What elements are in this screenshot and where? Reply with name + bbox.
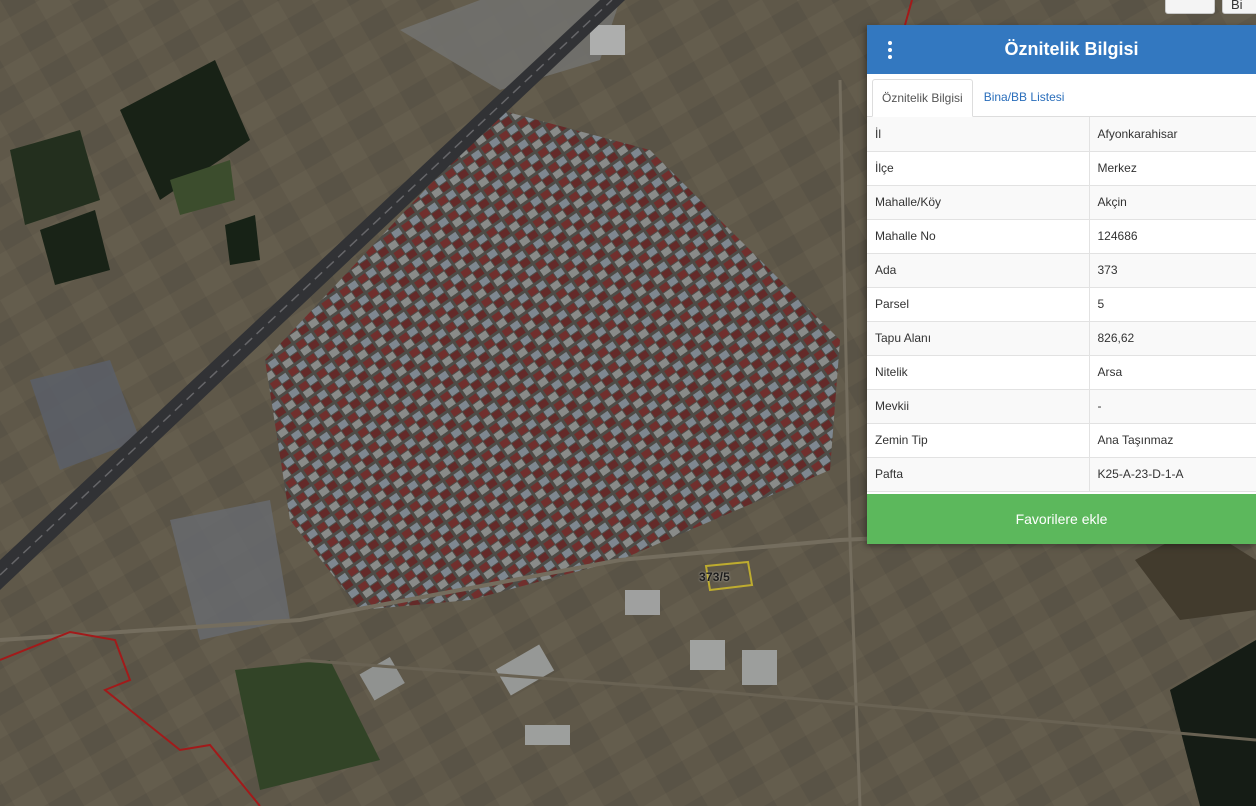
panel-tabs: Öznitelik Bilgisi Bina/BB Listesi [867, 74, 1256, 117]
attribute-value: Akçin [1089, 185, 1256, 220]
tab-attribute-info[interactable]: Öznitelik Bilgisi [872, 79, 973, 117]
table-row: Ada 373 [867, 253, 1256, 288]
attribute-key: Mahalle No [867, 219, 1090, 254]
tab-building-list[interactable]: Bina/BB Listesi [973, 78, 1074, 116]
add-to-favorites-button[interactable]: Favorilere ekle [867, 494, 1256, 544]
attribute-value: 373 [1089, 253, 1256, 288]
attribute-value: 124686 [1089, 219, 1256, 254]
attribute-value: Arsa [1089, 355, 1256, 390]
table-row: İl Afyonkarahisar [867, 117, 1256, 152]
map-tool-button-2[interactable]: Bi [1222, 0, 1256, 14]
table-row: Nitelik Arsa [867, 355, 1256, 390]
attribute-key: İlçe [867, 151, 1090, 186]
attribute-key: Mevkii [867, 389, 1090, 424]
table-row: Zemin Tip Ana Taşınmaz [867, 423, 1256, 458]
attribute-key: Nitelik [867, 355, 1090, 390]
panel-title: Öznitelik Bilgisi [1004, 39, 1139, 59]
attribute-value: K25-A-23-D-1-A [1089, 457, 1256, 492]
attribute-value: - [1089, 389, 1256, 424]
attribute-value: Afyonkarahisar [1089, 117, 1256, 152]
attribute-key: İl [867, 117, 1090, 152]
attribute-key: Zemin Tip [867, 423, 1090, 458]
table-row: Mahalle/Köy Akçin [867, 185, 1256, 220]
table-row: Tapu Alanı 826,62 [867, 321, 1256, 356]
table-row: Mevkii - [867, 389, 1256, 424]
attribute-value: Ana Taşınmaz [1089, 423, 1256, 458]
attribute-key: Tapu Alanı [867, 321, 1090, 356]
vertical-ellipsis-icon[interactable] [882, 40, 898, 60]
parcel-label[interactable]: 373/5 [699, 570, 730, 584]
attribute-table: İl Afyonkarahisar İlçe Merkez Mahalle/Köy A… [867, 117, 1256, 492]
panel-header: Öznitelik Bilgisi [867, 25, 1256, 74]
attribute-value: Merkez [1089, 151, 1256, 186]
table-row: Parsel 5 [867, 287, 1256, 322]
attribute-key: Ada [867, 253, 1090, 288]
attribute-value: 826,62 [1089, 321, 1256, 356]
attribute-panel: Öznitelik Bilgisi Öznitelik Bilgisi Bina… [867, 25, 1256, 544]
attribute-key: Parsel [867, 287, 1090, 322]
table-row: Pafta K25-A-23-D-1-A [867, 457, 1256, 492]
table-row: İlçe Merkez [867, 151, 1256, 186]
attribute-key: Mahalle/Köy [867, 185, 1090, 220]
map-tool-button[interactable] [1165, 0, 1215, 14]
attribute-key: Pafta [867, 457, 1090, 492]
table-row: Mahalle No 124686 [867, 219, 1256, 254]
attribute-value: 5 [1089, 287, 1256, 322]
